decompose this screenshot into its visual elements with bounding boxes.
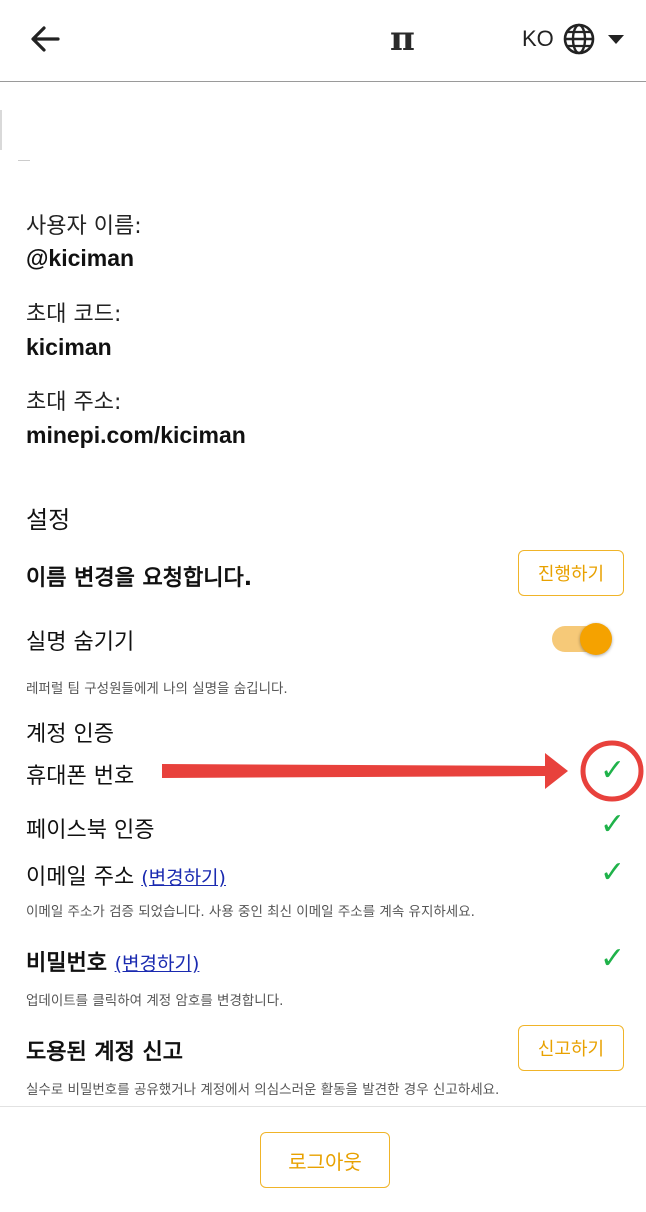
password-row: 비밀번호 (변경하기)	[26, 945, 199, 977]
scroll-indicator	[0, 110, 2, 150]
caret-down-icon	[607, 34, 624, 44]
invite-url-label: 초대 주소:	[26, 390, 122, 415]
invite-code-value: kiciman	[26, 334, 112, 360]
report-hint: 실수로 비밀번호를 공유했거나 계정에서 의심스러운 활동을 발견한 경우 신고…	[26, 1082, 500, 1098]
arrow-left-icon[interactable]	[28, 22, 62, 56]
pi-logo: π	[390, 19, 415, 59]
email-change-link[interactable]: (변경하기)	[141, 867, 226, 889]
username-value: @kiciman	[26, 245, 135, 271]
footer-divider	[0, 1106, 646, 1107]
hide-real-name-label: 실명 숨기기	[26, 630, 135, 655]
hide-real-name-hint: 레퍼럴 팀 구성원들에게 나의 실명을 숨깁니다.	[26, 681, 288, 697]
invite-code-label: 초대 코드:	[26, 302, 122, 327]
email-label: 이메일 주소	[26, 865, 135, 890]
email-check-icon: ✓	[600, 855, 626, 890]
facebook-label: 페이스북 인증	[26, 818, 155, 843]
email-hint: 이메일 주소가 검증 되었습니다. 사용 중인 최신 이메일 주소를 계속 유지…	[26, 904, 475, 920]
proceed-button[interactable]: 진행하기	[518, 550, 624, 596]
language-selector[interactable]: KO	[522, 20, 624, 58]
language-code: KO	[522, 26, 554, 51]
password-change-link[interactable]: (변경하기)	[115, 953, 200, 975]
password-check-icon: ✓	[600, 941, 626, 976]
password-hint: 업데이트를 클릭하여 계정 암호를 변경합니다.	[26, 993, 284, 1009]
name-change-label: 이름 변경을 요청합니다.	[26, 566, 253, 591]
email-row: 이메일 주소 (변경하기)	[26, 859, 226, 891]
globe-icon	[563, 23, 595, 55]
phone-check-icon: ✓	[600, 753, 626, 788]
invite-url-value: minepi.com/kiciman	[26, 422, 246, 448]
verification-title: 계정 인증	[26, 722, 114, 747]
logout-button[interactable]: 로그아웃	[260, 1132, 390, 1188]
report-button[interactable]: 신고하기	[518, 1025, 624, 1071]
password-label: 비밀번호	[26, 951, 107, 976]
phone-label: 휴대폰 번호	[26, 764, 135, 789]
username-label: 사용자 이름:	[26, 214, 142, 239]
settings-title: 설정	[26, 506, 71, 534]
report-label: 도용된 계정 신고	[26, 1040, 183, 1065]
hide-real-name-toggle[interactable]	[552, 623, 612, 655]
divider-stub	[18, 160, 30, 161]
facebook-check-icon: ✓	[600, 807, 626, 842]
annotation-arrow-icon	[162, 753, 568, 789]
top-bar: π KO	[0, 0, 646, 82]
toggle-knob	[580, 623, 612, 655]
